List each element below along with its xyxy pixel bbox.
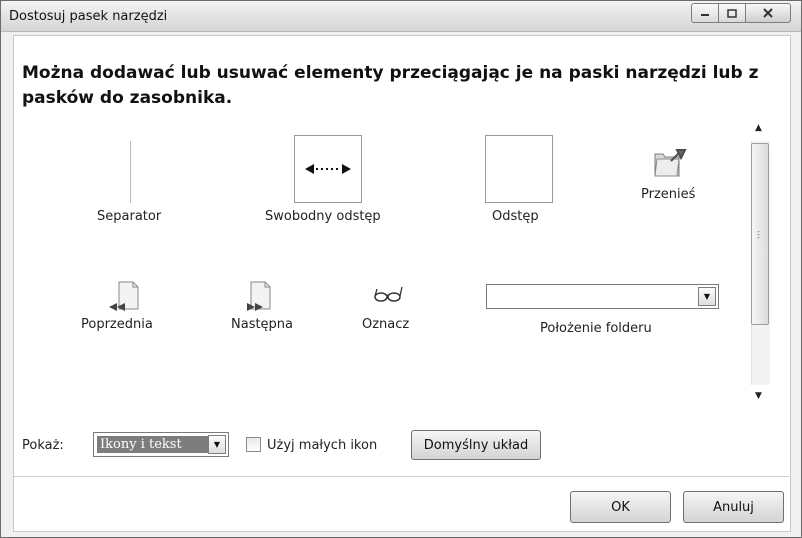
scroll-down-arrow-icon[interactable]: ▼ bbox=[755, 391, 762, 401]
glasses-icon bbox=[374, 286, 403, 302]
previous-label: Poprzednia bbox=[81, 317, 153, 332]
small-icons-label: Użyj małych ikon bbox=[267, 438, 378, 453]
separator-label: Separator bbox=[97, 209, 162, 224]
show-dropdown-button[interactable]: ▼ bbox=[208, 435, 226, 454]
folder-location-label: Położenie folderu bbox=[540, 321, 652, 336]
free-space-label: Swobodny odstęp bbox=[265, 209, 381, 224]
move-folder-icon bbox=[654, 149, 687, 177]
space-label: Odstęp bbox=[492, 209, 539, 224]
folder-location-combobox[interactable]: ▼ bbox=[486, 284, 719, 309]
maximize-button[interactable] bbox=[718, 3, 746, 23]
scrollbar-thumb[interactable]: --- bbox=[751, 143, 769, 325]
title-bar[interactable]: Dostosuj pasek narzędzi bbox=[1, 1, 801, 32]
footer-divider bbox=[14, 476, 789, 477]
window-title: Dostosuj pasek narzędzi bbox=[9, 9, 168, 24]
default-layout-button[interactable]: Domyślny układ bbox=[411, 430, 541, 460]
chevron-down-icon: ▼ bbox=[703, 292, 711, 301]
show-label: Pokaż: bbox=[22, 438, 64, 453]
instruction-heading: Można dodawać lub usuwać elementy przeci… bbox=[22, 63, 759, 108]
space-box bbox=[485, 135, 553, 203]
next-label: Następna bbox=[231, 317, 294, 332]
free-space-arrows-icon bbox=[305, 164, 351, 174]
close-button[interactable] bbox=[745, 3, 791, 23]
chevron-down-icon: ▼ bbox=[213, 440, 221, 449]
separator-line bbox=[130, 141, 131, 203]
customize-toolbar-dialog: Dostosuj pasek narzędzi Można dodawać lu… bbox=[0, 0, 802, 538]
window-controls bbox=[691, 3, 791, 23]
previous-page-icon bbox=[109, 281, 139, 311]
small-icons-checkbox[interactable] bbox=[246, 437, 261, 452]
maximize-icon bbox=[727, 8, 737, 18]
close-icon bbox=[763, 8, 773, 18]
folder-location-dropdown-button[interactable]: ▼ bbox=[698, 287, 716, 306]
next-page-icon bbox=[247, 281, 271, 311]
minimize-icon bbox=[701, 14, 709, 16]
scroll-up-arrow-icon[interactable]: ▲ bbox=[755, 123, 762, 133]
minimize-button[interactable] bbox=[691, 3, 719, 23]
cancel-button[interactable]: Anuluj bbox=[683, 491, 784, 523]
scrollbar-grip-icon: --- bbox=[757, 227, 760, 242]
show-select[interactable]: Ikony i tekst ▼ bbox=[93, 432, 229, 457]
items-scrollbar[interactable]: ▲ --- ▼ bbox=[749, 119, 771, 406]
move-label: Przenieś bbox=[641, 187, 696, 202]
free-space-box bbox=[294, 135, 362, 203]
ok-button[interactable]: OK bbox=[570, 491, 671, 523]
mark-label: Oznacz bbox=[362, 317, 410, 332]
show-select-value: Ikony i tekst bbox=[97, 436, 208, 453]
